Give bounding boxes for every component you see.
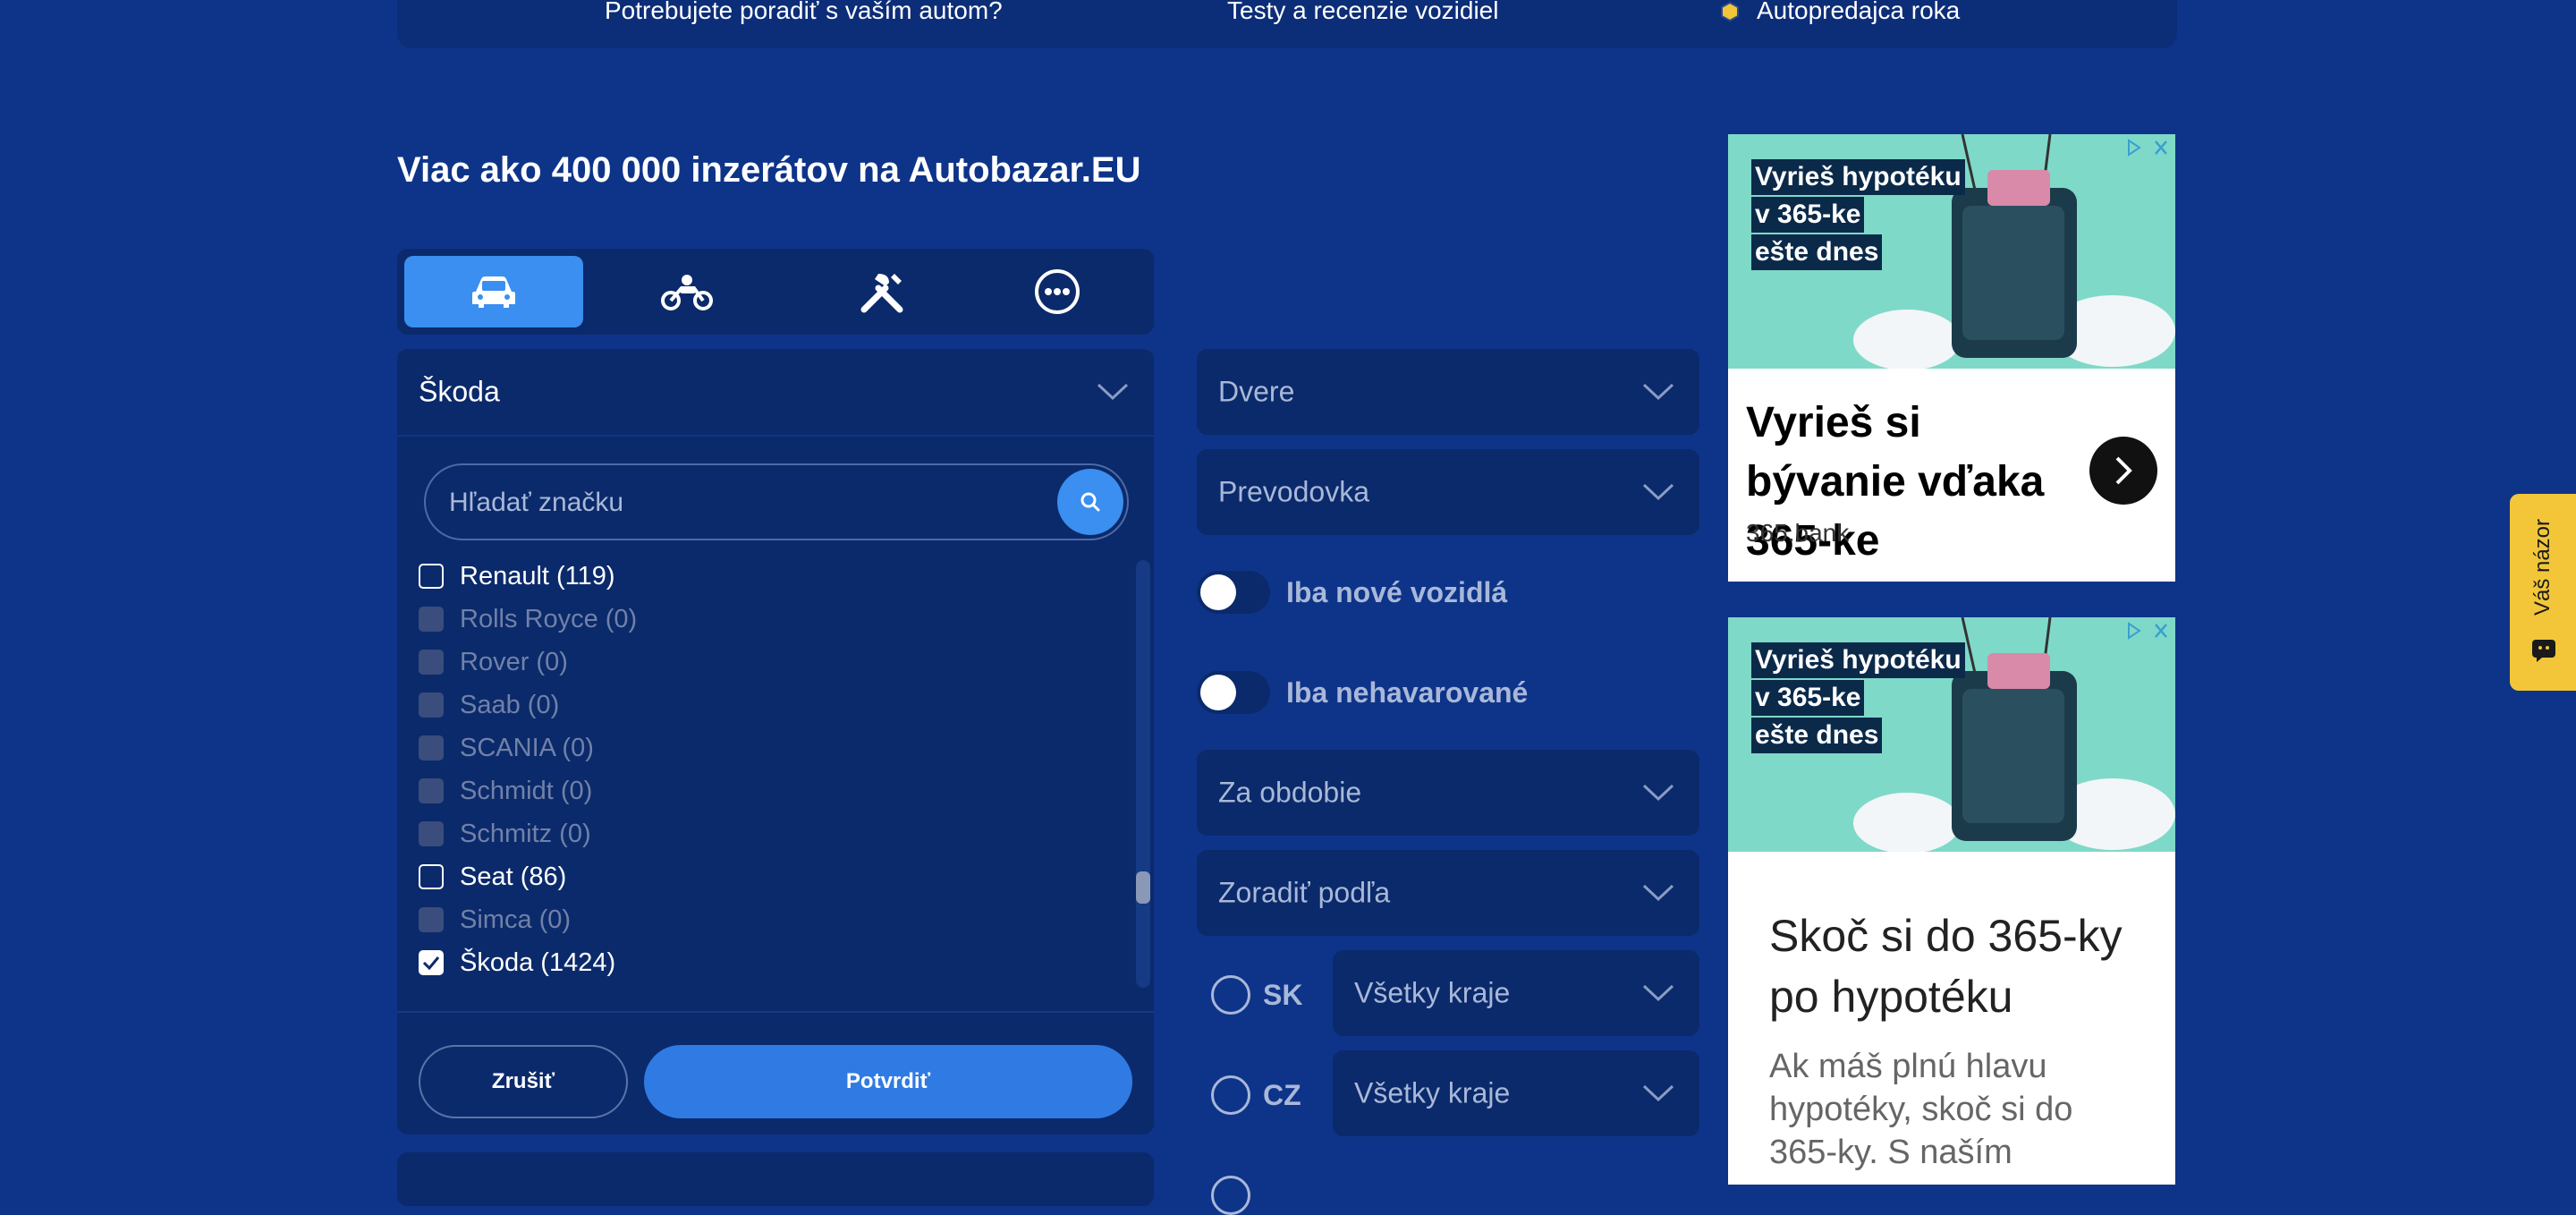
checkbox-checked[interactable] (419, 950, 444, 975)
new-only-toggle[interactable] (1197, 571, 1270, 614)
chevron-down-icon (1642, 884, 1674, 902)
brand-option-scania: SCANIA (0) (419, 730, 594, 766)
feedback-tab[interactable]: Váš názor (2510, 494, 2576, 691)
brand-option-renault[interactable]: Renault (119) (419, 558, 615, 594)
confirm-button[interactable]: Potvrdiť (644, 1045, 1132, 1118)
ad-title: Skoč si do 365-ky po hypotéku (1769, 911, 2123, 1022)
ad-banner-2[interactable]: Vyrieš hypotéku v 365-ke ešte dnes Skoč … (1728, 617, 2175, 1185)
checkbox (419, 692, 444, 718)
ad-banner-1[interactable]: Vyrieš hypotéku v 365-ke ešte dnes Vyrie… (1728, 134, 2175, 582)
tab-motorcycles[interactable] (597, 256, 776, 327)
toggle-knob (1200, 675, 1236, 710)
brand-option-seat[interactable]: Seat (86) (419, 859, 566, 895)
motorcycle-icon (661, 275, 713, 310)
chevron-down-icon (1642, 784, 1674, 802)
ad-body-text: Ak máš plnú hlavu hypotéky, skoč si do 3… (1769, 1048, 2073, 1171)
sort-select[interactable]: Zoradiť podľa (1197, 850, 1699, 936)
chevron-down-icon (1642, 383, 1674, 401)
new-only-toggle-row[interactable]: Iba nové vozidlá (1197, 565, 1507, 619)
chevron-down-icon (1642, 1084, 1674, 1102)
chevron-down-icon (1097, 383, 1129, 401)
checkbox (419, 607, 444, 632)
chat-icon (2532, 640, 2555, 662)
brand-option-simca: Simca (0) (419, 902, 571, 938)
undamaged-only-toggle[interactable] (1197, 671, 1270, 714)
brand-list-scrollbar[interactable] (1136, 560, 1150, 988)
ad-image: Vyrieš hypotéku v 365-ke ešte dnes (1728, 134, 2175, 369)
checkbox[interactable] (419, 564, 444, 589)
ad-image: Vyrieš hypotéku v 365-ke ešte dnes (1728, 617, 2175, 852)
brand-option-saab: Saab (0) (419, 687, 559, 723)
checkbox (419, 821, 444, 846)
brand-select-value: Škoda (419, 375, 500, 408)
region-select-cz[interactable]: Všetky kraje (1333, 1050, 1699, 1136)
page-title: Viac ako 400 000 inzerátov na Autobazar.… (397, 150, 1141, 190)
brand-option-schmidt: Schmidt (0) (419, 773, 592, 809)
toggle-knob (1200, 574, 1236, 610)
checkbox (419, 907, 444, 932)
brand-option-rover: Rover (0) (419, 644, 568, 680)
brand-option-skoda[interactable]: Škoda (1424) (419, 945, 615, 981)
brand-dropdown: Renault (119) Rolls Royce (0) Rover (0) … (397, 437, 1154, 1134)
category-tabs (397, 249, 1154, 335)
undamaged-only-toggle-row[interactable]: Iba nehavarované (1197, 666, 1528, 719)
radio-other[interactable] (1211, 1176, 1250, 1215)
doors-select[interactable]: Dvere (1197, 349, 1699, 435)
adchoices-icon[interactable] (2123, 136, 2172, 159)
checkmark-icon (422, 956, 440, 970)
scrollbar-thumb[interactable] (1136, 871, 1150, 904)
checkbox (419, 650, 444, 675)
tools-icon (860, 274, 903, 313)
brand-option-schmitz: Schmitz (0) (419, 816, 591, 852)
car-icon (472, 276, 515, 308)
nav-link-reviews[interactable]: Testy a recenzie vozidiel (1227, 0, 1498, 25)
checkbox[interactable] (419, 864, 444, 889)
ad-next-button[interactable] (2089, 437, 2157, 505)
more-icon (1035, 269, 1080, 314)
nav-link-dealer-of-year[interactable]: Autopredajca roka (1757, 0, 1960, 25)
nav-link-advice[interactable]: Potrebujete poradiť s vaším autom? (605, 0, 1003, 25)
chevron-down-icon (1642, 483, 1674, 501)
tab-parts[interactable] (792, 256, 971, 327)
adchoices-icon[interactable] (2123, 619, 2172, 642)
brand-search-button[interactable] (1057, 469, 1123, 535)
brand-select[interactable]: Škoda (397, 349, 1154, 435)
chevron-down-icon (1642, 984, 1674, 1002)
brand-search-input[interactable] (447, 465, 1032, 540)
gearbox-select[interactable]: Prevodovka (1197, 449, 1699, 535)
radio-sk[interactable] (1211, 975, 1250, 1015)
next-filter-select[interactable] (397, 1152, 1154, 1206)
cancel-button[interactable]: Zrušiť (419, 1045, 628, 1118)
checkbox (419, 735, 444, 760)
top-nav: Potrebujete poradiť s vaším autom? Testy… (397, 0, 2177, 48)
ad-domain: 365.bank (1746, 519, 1850, 547)
period-select[interactable]: Za obdobie (1197, 750, 1699, 836)
chevron-right-icon (2115, 456, 2132, 485)
brand-search (424, 463, 1129, 540)
brand-option-rolls-royce: Rolls Royce (0) (419, 601, 637, 637)
radio-cz[interactable] (1211, 1075, 1250, 1115)
region-select-sk[interactable]: Všetky kraje (1333, 950, 1699, 1036)
award-icon (1721, 2, 1739, 21)
search-icon (1080, 492, 1100, 512)
divider (397, 1011, 1154, 1013)
tab-more[interactable] (968, 256, 1147, 327)
tab-cars[interactable] (404, 256, 583, 327)
checkbox (419, 778, 444, 803)
feedback-label: Váš názor (2530, 518, 2555, 616)
